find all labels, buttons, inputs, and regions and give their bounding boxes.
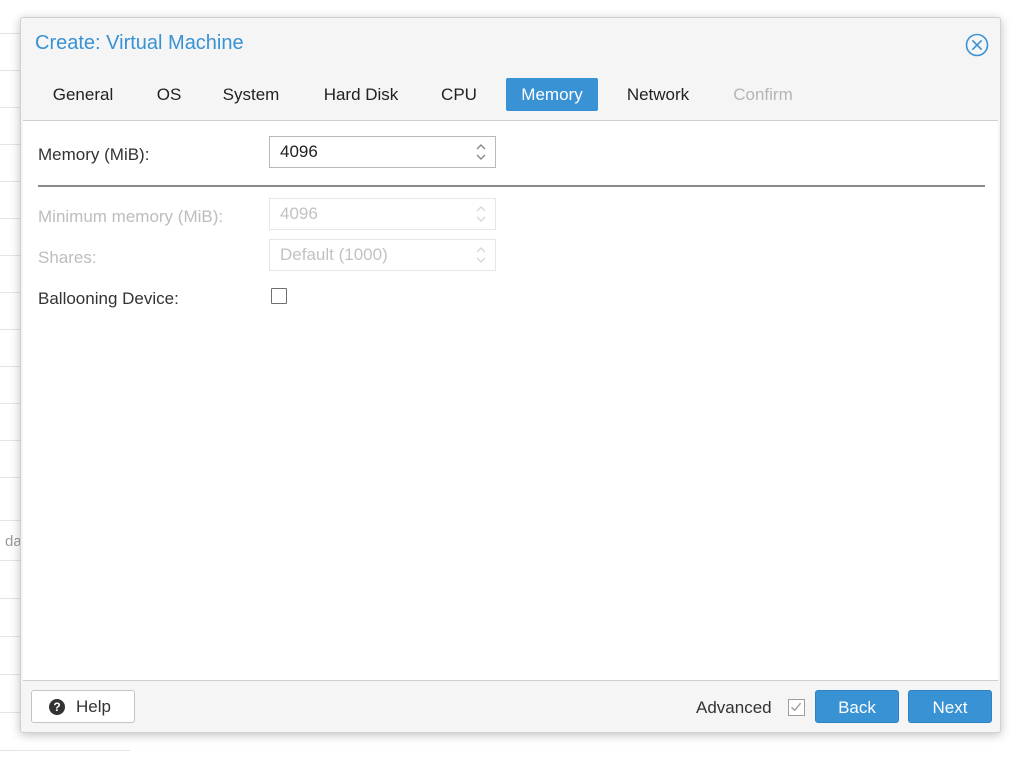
- back-button[interactable]: Back: [815, 690, 899, 723]
- memory-value: 4096: [280, 142, 318, 161]
- tab-os[interactable]: OS: [145, 78, 193, 111]
- memory-panel: Memory (MiB): 4096 Minimum memory (MiB):…: [23, 120, 998, 681]
- spinner-arrows-icon: [475, 204, 487, 224]
- min-memory-value: 4096: [280, 204, 318, 223]
- tab-system[interactable]: System: [211, 78, 291, 111]
- advanced-label: Advanced: [696, 698, 772, 717]
- tab-cpu[interactable]: CPU: [431, 78, 487, 111]
- checkmark-icon: [791, 702, 802, 712]
- dialog-title: Create: Virtual Machine: [35, 32, 244, 54]
- help-button[interactable]: ? Help: [31, 690, 135, 723]
- memory-label: Memory (MiB):: [38, 145, 150, 164]
- advanced-checkbox[interactable]: [788, 699, 805, 716]
- shares-input: Default (1000): [269, 239, 496, 271]
- help-label: Help: [76, 697, 111, 716]
- wizard-tabs: General OS System Hard Disk CPU Memory N…: [21, 78, 1000, 114]
- question-circle-icon: ?: [49, 699, 65, 715]
- form-separator: [38, 185, 985, 187]
- background-row-line: [0, 750, 130, 751]
- spinner-arrows-icon: [475, 245, 487, 265]
- close-icon[interactable]: [965, 33, 989, 57]
- tab-hard-disk[interactable]: Hard Disk: [311, 78, 411, 111]
- tab-general[interactable]: General: [41, 78, 125, 111]
- dialog-footer: ? Help Advanced Back Next: [21, 685, 1000, 733]
- tab-confirm: Confirm: [733, 85, 793, 104]
- tab-network[interactable]: Network: [616, 78, 700, 111]
- ballooning-label: Ballooning Device:: [38, 289, 179, 308]
- next-button[interactable]: Next: [908, 690, 992, 723]
- min-memory-input: 4096: [269, 198, 496, 230]
- shares-value: Default (1000): [280, 245, 388, 264]
- create-vm-dialog: Create: Virtual Machine General OS Syste…: [20, 17, 1001, 733]
- memory-input[interactable]: 4096: [269, 136, 496, 168]
- min-memory-label: Minimum memory (MiB):: [38, 207, 224, 226]
- shares-label: Shares:: [38, 248, 97, 267]
- ballooning-checkbox[interactable]: [271, 288, 287, 304]
- spinner-arrows-icon[interactable]: [475, 142, 487, 162]
- tab-memory[interactable]: Memory: [506, 78, 598, 111]
